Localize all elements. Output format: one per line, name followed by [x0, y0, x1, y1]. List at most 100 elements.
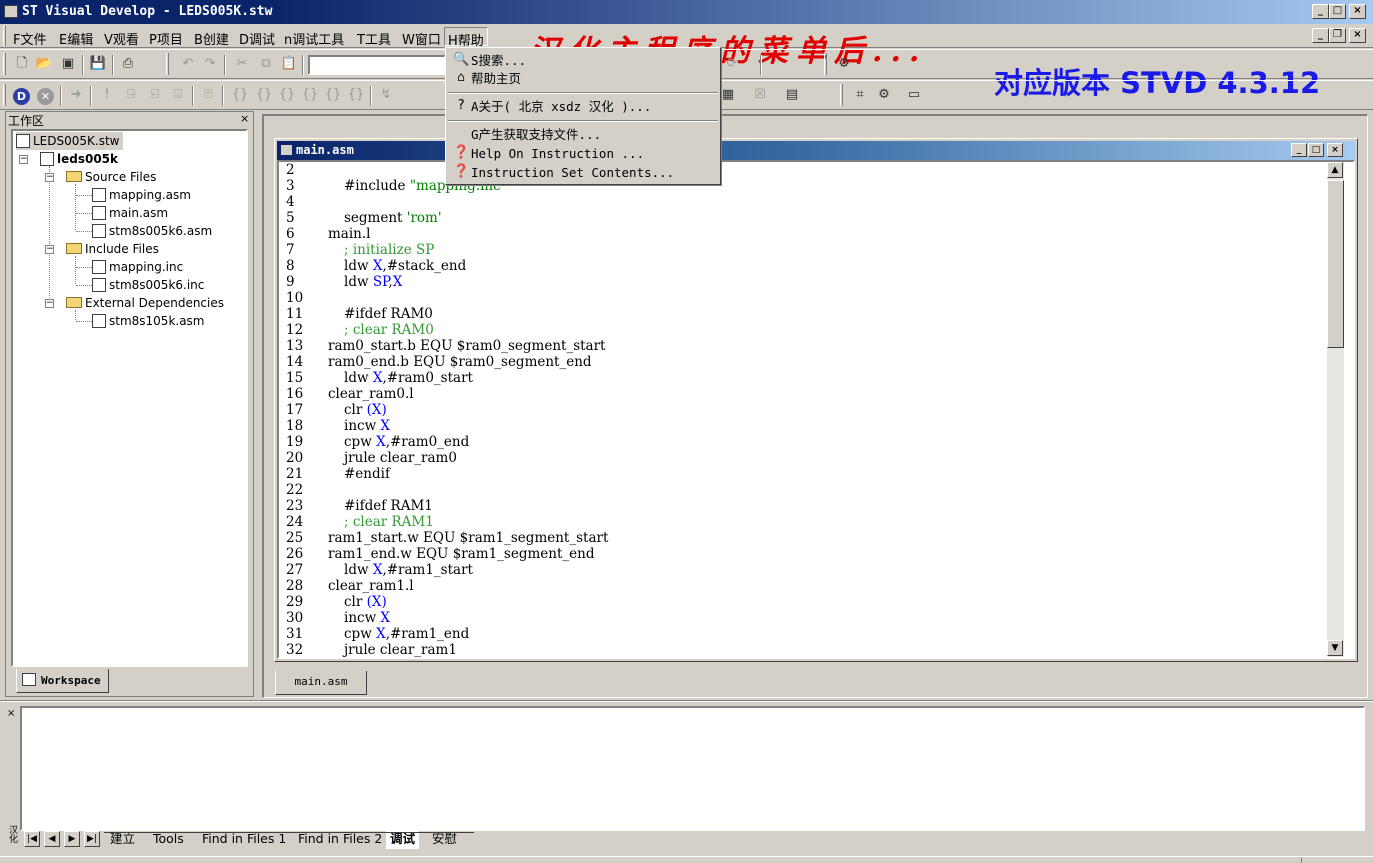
step-icon-1[interactable]: ⍈ — [121, 85, 141, 105]
menu-item-help-home[interactable]: ⌂ 帮助主页 — [449, 69, 717, 88]
menu-item-help-on-instruction[interactable]: ❓ Help On Instruction ... — [449, 144, 717, 163]
close-button[interactable]: × — [1349, 4, 1366, 19]
menu-item-about[interactable]: ? A关于( 北京 xsdz 汉化 )... — [449, 97, 717, 116]
reset-icon[interactable]: ↯ — [376, 85, 396, 105]
analyzer-icon[interactable]: ⌗ — [850, 85, 870, 105]
tree-folder-include[interactable]: Include Files — [66, 240, 159, 258]
menu-item-instruction-set[interactable]: ❓ Instruction Set Contents... — [449, 163, 717, 182]
splitter[interactable] — [0, 700, 1373, 702]
step-icon-4[interactable]: ⍐ — [198, 85, 218, 105]
tab-next-icon[interactable]: ▶ — [64, 831, 80, 847]
tree-project[interactable]: leds005k — [40, 150, 118, 168]
tree-file[interactable]: main.asm — [92, 204, 168, 222]
workspace-tab[interactable]: Workspace — [16, 669, 109, 693]
new-file-icon[interactable]: 🗋 — [12, 54, 32, 74]
scroll-down-arrow-icon[interactable]: ▼ — [1327, 640, 1343, 656]
inc-file-icon — [92, 278, 106, 292]
doc-minimize-button[interactable]: _ — [1312, 28, 1329, 43]
menu-build[interactable]: B创建 — [191, 27, 232, 48]
workspace-title: 工作区 — [8, 114, 45, 128]
tree-file[interactable]: mapping.asm — [92, 186, 191, 204]
output-close-icon[interactable]: × — [7, 708, 15, 719]
print-icon[interactable]: ⎙ — [118, 54, 138, 74]
save-icon[interactable]: 💾 — [88, 54, 108, 74]
disasm-icon[interactable]: ☒ — [750, 85, 770, 105]
editor-maximize-button[interactable]: □ — [1308, 143, 1324, 157]
break-icon[interactable]: ! — [97, 85, 117, 105]
chip-tool-icon[interactable]: ⚙ — [834, 54, 854, 74]
doc-restore-button[interactable]: ❐ — [1329, 28, 1346, 43]
step-over-icon[interactable]: {} — [254, 85, 274, 105]
step-out-icon[interactable]: {} — [277, 85, 297, 105]
minimize-button[interactable]: _ — [1312, 4, 1329, 19]
menu-debug[interactable]: D调试 — [236, 27, 278, 48]
toolbar-grip[interactable] — [840, 84, 843, 106]
cut-icon[interactable]: ✂ — [232, 54, 252, 74]
tree-folder-source[interactable]: Source Files — [66, 168, 156, 186]
tree-root[interactable]: LEDS005K.stw — [16, 132, 124, 150]
tree-folder-external[interactable]: External Dependencies — [66, 294, 224, 312]
menu-separator — [448, 120, 718, 122]
code-line: ram0_end.b EQU $ram0_segment_end — [328, 354, 592, 370]
menu-window[interactable]: W窗口 — [399, 27, 444, 48]
tree-expander[interactable]: − — [45, 245, 54, 254]
step-into-icon[interactable]: {} — [230, 85, 250, 105]
menu-debug-tools[interactable]: n调试工具 — [281, 27, 347, 48]
settings-icon[interactable]: ⚙ — [874, 85, 894, 105]
maximize-button[interactable]: □ — [1329, 4, 1346, 19]
editor-minimize-button[interactable]: _ — [1291, 143, 1307, 157]
open-folder-icon[interactable]: 📂 — [34, 54, 54, 74]
menu-tools[interactable]: T工具 — [354, 27, 394, 48]
editor-vscrollbar[interactable]: ▲ ▼ — [1327, 162, 1344, 657]
step-icon-2[interactable]: ⍇ — [145, 85, 165, 105]
toolbar-grip[interactable] — [3, 84, 6, 106]
tree-expander[interactable]: − — [45, 299, 54, 308]
doc-close-button[interactable]: × — [1349, 28, 1366, 43]
menu-help[interactable]: H帮助 — [444, 27, 488, 49]
tree-file[interactable]: mapping.inc — [92, 258, 183, 276]
open-workspace-icon[interactable]: ▣ — [58, 54, 78, 74]
tab-first-icon[interactable]: |◀ — [24, 831, 40, 847]
step-icon-3[interactable]: ⍗ — [168, 85, 188, 105]
step-asm-2-icon[interactable]: {} — [346, 85, 366, 105]
menu-item-support-file[interactable]: G产生获取支持文件... — [449, 125, 717, 144]
menu-item-search[interactable]: 🔍 S搜索... — [449, 51, 717, 70]
debug-stop-icon[interactable]: ✕ — [37, 88, 54, 105]
memory-icon[interactable]: ▦ — [718, 85, 738, 105]
tree-expander[interactable]: − — [45, 173, 54, 182]
menu-project[interactable]: P项目 — [146, 27, 186, 48]
redo-icon[interactable]: ↷ — [200, 54, 220, 74]
tab-last-icon[interactable]: ▶| — [84, 831, 100, 847]
peripheral-icon[interactable]: ▤ — [782, 85, 802, 105]
scroll-thumb[interactable] — [1327, 180, 1344, 348]
editor-tab[interactable]: main.asm — [275, 671, 367, 695]
step-asm-icon[interactable]: {} — [323, 85, 343, 105]
tree-file[interactable]: stm8s005k6.asm — [92, 222, 212, 240]
editor-close-button[interactable]: × — [1327, 143, 1343, 157]
scroll-up-arrow-icon[interactable]: ▲ — [1327, 162, 1343, 178]
menu-view[interactable]: V观看 — [101, 27, 142, 48]
tree-file[interactable]: stm8s005k6.inc — [92, 276, 204, 294]
menubar-grip[interactable] — [3, 26, 6, 46]
copy-icon[interactable]: ⧉ — [256, 54, 276, 74]
run-to-cursor-icon[interactable]: {} — [300, 85, 320, 105]
editor-text-area[interactable] — [277, 160, 1355, 659]
refresh-icon[interactable]: ⟳ — [722, 54, 742, 74]
undo-icon[interactable]: ↶ — [178, 54, 198, 74]
run-arrow-icon[interactable]: ➜ — [66, 85, 86, 105]
toolbar-grip[interactable] — [3, 53, 6, 75]
tree-file[interactable]: stm8s105k.asm — [92, 312, 205, 330]
menu-edit[interactable]: E编辑 — [56, 27, 96, 48]
menu-file[interactable]: F文件 — [10, 27, 49, 48]
find-combo[interactable] — [308, 55, 446, 75]
toolbar-grip[interactable] — [166, 53, 169, 75]
toolbar-grip[interactable] — [824, 53, 827, 75]
paste-icon[interactable]: 📋 — [279, 54, 299, 74]
tab-prev-icon[interactable]: ◀ — [44, 831, 60, 847]
output-gripper[interactable]: × 汉化 — [3, 705, 19, 853]
tree-expander[interactable]: − — [19, 155, 28, 164]
debug-start-icon[interactable]: D — [13, 88, 30, 105]
eraser-icon[interactable]: ▭ — [904, 85, 924, 105]
workspace-close-icon[interactable]: × — [240, 112, 249, 125]
output-text-area[interactable] — [20, 706, 1365, 831]
